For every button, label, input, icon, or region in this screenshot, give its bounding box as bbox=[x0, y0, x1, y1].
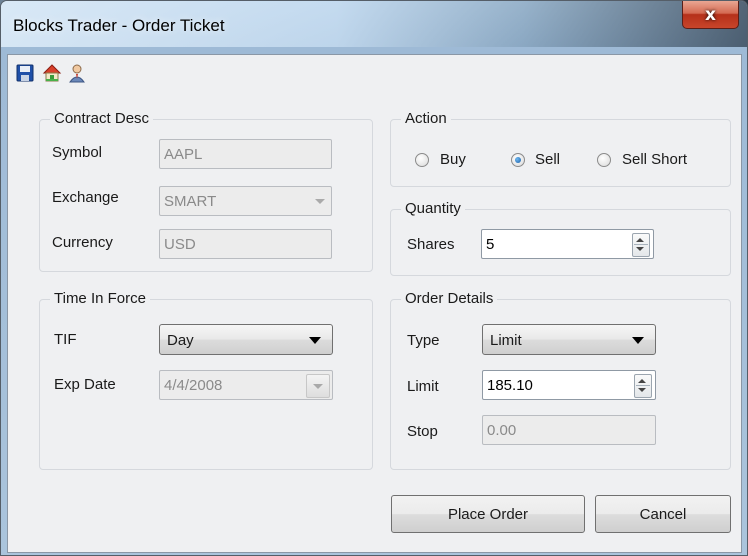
exp-date-picker: 4/4/2008 bbox=[159, 370, 333, 400]
chevron-down-icon bbox=[309, 337, 321, 344]
currency-field: USD bbox=[159, 229, 332, 259]
client-area: Contract Desc Symbol AAPL Exchange SMART… bbox=[7, 54, 742, 553]
exp-date-label: Exp Date bbox=[54, 376, 116, 393]
contract-desc-legend: Contract Desc bbox=[50, 110, 154, 127]
action-legend: Action bbox=[401, 110, 451, 127]
stop-price-field: 0.00 bbox=[482, 415, 656, 445]
close-button[interactable]: x bbox=[682, 1, 739, 29]
order-type-value: Limit bbox=[490, 332, 522, 349]
home-icon[interactable] bbox=[42, 63, 62, 83]
quantity-legend: Quantity bbox=[401, 200, 465, 217]
shares-label: Shares bbox=[407, 236, 455, 253]
exchange-label: Exchange bbox=[52, 189, 119, 206]
symbol-label: Symbol bbox=[52, 144, 103, 161]
place-order-button[interactable]: Place Order bbox=[391, 495, 585, 533]
shares-input[interactable]: 5 bbox=[481, 229, 654, 259]
spin-up-icon bbox=[638, 379, 646, 383]
stop-label: Stop bbox=[407, 423, 438, 440]
spin-down-icon bbox=[638, 388, 646, 392]
contract-desc-group: Contract Desc Symbol AAPL Exchange SMART… bbox=[39, 110, 373, 272]
radio-sell[interactable] bbox=[511, 153, 525, 167]
chevron-down-icon bbox=[632, 337, 644, 344]
currency-label: Currency bbox=[52, 234, 113, 251]
stop-price-value: 0.00 bbox=[487, 422, 517, 439]
order-details-group: Order Details Type Limit Limit 185.10 St… bbox=[390, 290, 731, 470]
radio-sell-label[interactable]: Sell bbox=[535, 151, 560, 168]
time-in-force-legend: Time In Force bbox=[50, 290, 150, 307]
tif-dropdown[interactable]: Day bbox=[159, 324, 333, 355]
order-type-dropdown[interactable]: Limit bbox=[482, 324, 656, 355]
limit-label: Limit bbox=[407, 378, 439, 395]
spin-up-icon bbox=[636, 238, 644, 242]
title-bar[interactable]: Blocks Trader - Order Ticket x bbox=[1, 1, 747, 47]
order-ticket-window: Blocks Trader - Order Ticket x Contract … bbox=[0, 0, 748, 556]
time-in-force-group: Time In Force TIF Day Exp Date 4/4/2008 bbox=[39, 290, 373, 470]
order-details-legend: Order Details bbox=[401, 290, 498, 307]
limit-price-value: 185.10 bbox=[487, 377, 533, 394]
radio-sell-short-label[interactable]: Sell Short bbox=[622, 151, 687, 168]
spin-down-icon bbox=[636, 247, 644, 251]
cancel-button[interactable]: Cancel bbox=[595, 495, 731, 533]
shares-spinner[interactable] bbox=[632, 233, 650, 257]
currency-value: USD bbox=[164, 236, 196, 253]
shares-value: 5 bbox=[486, 236, 495, 253]
action-group: Action Buy Sell Sell Short bbox=[390, 110, 731, 187]
symbol-value: AAPL bbox=[164, 146, 203, 163]
tif-label: TIF bbox=[54, 331, 77, 348]
calendar-dropdown-icon bbox=[306, 374, 330, 398]
radio-sell-short[interactable] bbox=[597, 153, 611, 167]
limit-price-input[interactable]: 185.10 bbox=[482, 370, 656, 400]
radio-buy-label[interactable]: Buy bbox=[440, 151, 466, 168]
tif-value: Day bbox=[167, 332, 194, 349]
exchange-combo: SMART bbox=[159, 186, 332, 216]
window-title: Blocks Trader - Order Ticket bbox=[13, 16, 225, 35]
limit-spinner[interactable] bbox=[634, 374, 652, 398]
quantity-group: Quantity Shares 5 bbox=[390, 200, 731, 276]
radio-buy[interactable] bbox=[415, 153, 429, 167]
save-icon[interactable] bbox=[15, 63, 35, 83]
toolbar bbox=[8, 55, 741, 91]
symbol-field: AAPL bbox=[159, 139, 332, 169]
exchange-value: SMART bbox=[164, 193, 217, 210]
exp-date-value: 4/4/2008 bbox=[164, 377, 223, 394]
chevron-down-icon bbox=[315, 199, 325, 204]
type-label: Type bbox=[407, 332, 440, 349]
user-icon[interactable] bbox=[67, 63, 87, 83]
close-icon: x bbox=[705, 4, 716, 25]
